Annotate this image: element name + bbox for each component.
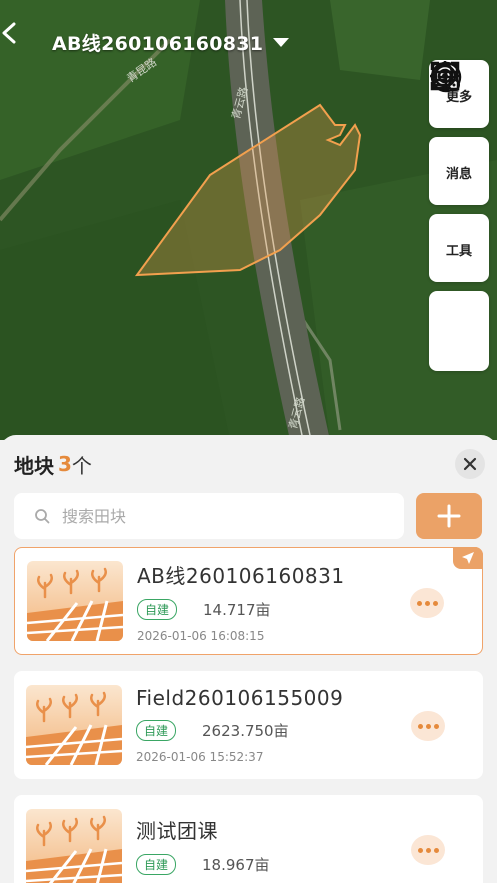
search-icon xyxy=(35,509,50,524)
back-arrow-icon xyxy=(2,22,16,44)
close-button[interactable] xyxy=(455,449,485,479)
back-button[interactable] xyxy=(2,22,44,57)
field-thumbnail xyxy=(26,685,122,765)
messages-button[interactable]: 消息 xyxy=(429,62,489,205)
field-date: 2026-01-06 15:52:37 xyxy=(136,750,264,764)
field-name: AB线260106160831 xyxy=(137,563,345,588)
field-thumbnail xyxy=(27,561,123,641)
field-area: 18.967亩 xyxy=(202,855,270,874)
locate-crosshair-icon[interactable] xyxy=(429,60,461,92)
field-date: 2026-01-06 16:08:15 xyxy=(137,628,265,643)
satellite-map xyxy=(0,0,497,440)
search-box[interactable] xyxy=(14,493,404,539)
field-name: Field260106155009 xyxy=(136,686,344,710)
navigate-button[interactable] xyxy=(453,547,483,569)
panel-header: 地块 3 个 xyxy=(0,435,497,493)
ownership-badge: 自建 xyxy=(137,598,178,620)
plus-icon xyxy=(437,504,461,528)
count-unit: 个 xyxy=(71,453,92,478)
panel-title: 地块 xyxy=(14,453,54,478)
locate-group xyxy=(429,61,489,371)
map-toolbar: 更多 消息 工具 xyxy=(429,60,489,380)
field-area: 2623.750亩 xyxy=(202,722,289,740)
close-icon xyxy=(463,457,477,471)
ownership-badge: 自建 xyxy=(136,853,177,875)
more-options-button[interactable] xyxy=(410,588,444,618)
field-crop-icon xyxy=(26,809,122,883)
field-thumbnail xyxy=(26,809,122,883)
field-card[interactable]: Field260106155009 自建 2623.750亩 2026-01-0… xyxy=(14,671,483,779)
map-view[interactable]: 青昆路 青云路 青云路 AB线260106160831 更多 消息 工具 xyxy=(0,0,497,440)
field-crop-icon xyxy=(26,685,122,765)
search-input[interactable] xyxy=(60,505,364,527)
field-card[interactable]: 测试团课 自建 18.967亩 xyxy=(14,795,483,883)
field-count: 3 xyxy=(58,452,72,476)
navigation-arrow-icon xyxy=(462,552,474,564)
messages-label: 消息 xyxy=(445,167,472,182)
field-panel: 地块 3 个 搜索田块 AB线260106160831 自建 14.717亩 2… xyxy=(0,435,497,883)
field-area: 14.717亩 xyxy=(203,600,271,619)
top-bar: AB线260106160831 xyxy=(0,22,400,62)
page-title[interactable]: AB线260106160831 xyxy=(52,29,263,56)
tools-button[interactable]: 工具 xyxy=(429,62,489,282)
add-field-button[interactable] xyxy=(416,493,482,539)
field-crop-icon xyxy=(27,561,123,641)
field-card[interactable]: AB线260106160831 自建 14.717亩 2026-01-06 16… xyxy=(14,547,483,655)
field-list: AB线260106160831 自建 14.717亩 2026-01-06 16… xyxy=(0,539,497,883)
tools-label: 工具 xyxy=(445,244,472,259)
ownership-badge: 自建 xyxy=(136,720,177,741)
search-row xyxy=(0,493,497,539)
more-options-button[interactable] xyxy=(411,711,445,741)
chevron-down-icon[interactable] xyxy=(273,37,290,47)
more-options-button[interactable] xyxy=(411,835,445,865)
